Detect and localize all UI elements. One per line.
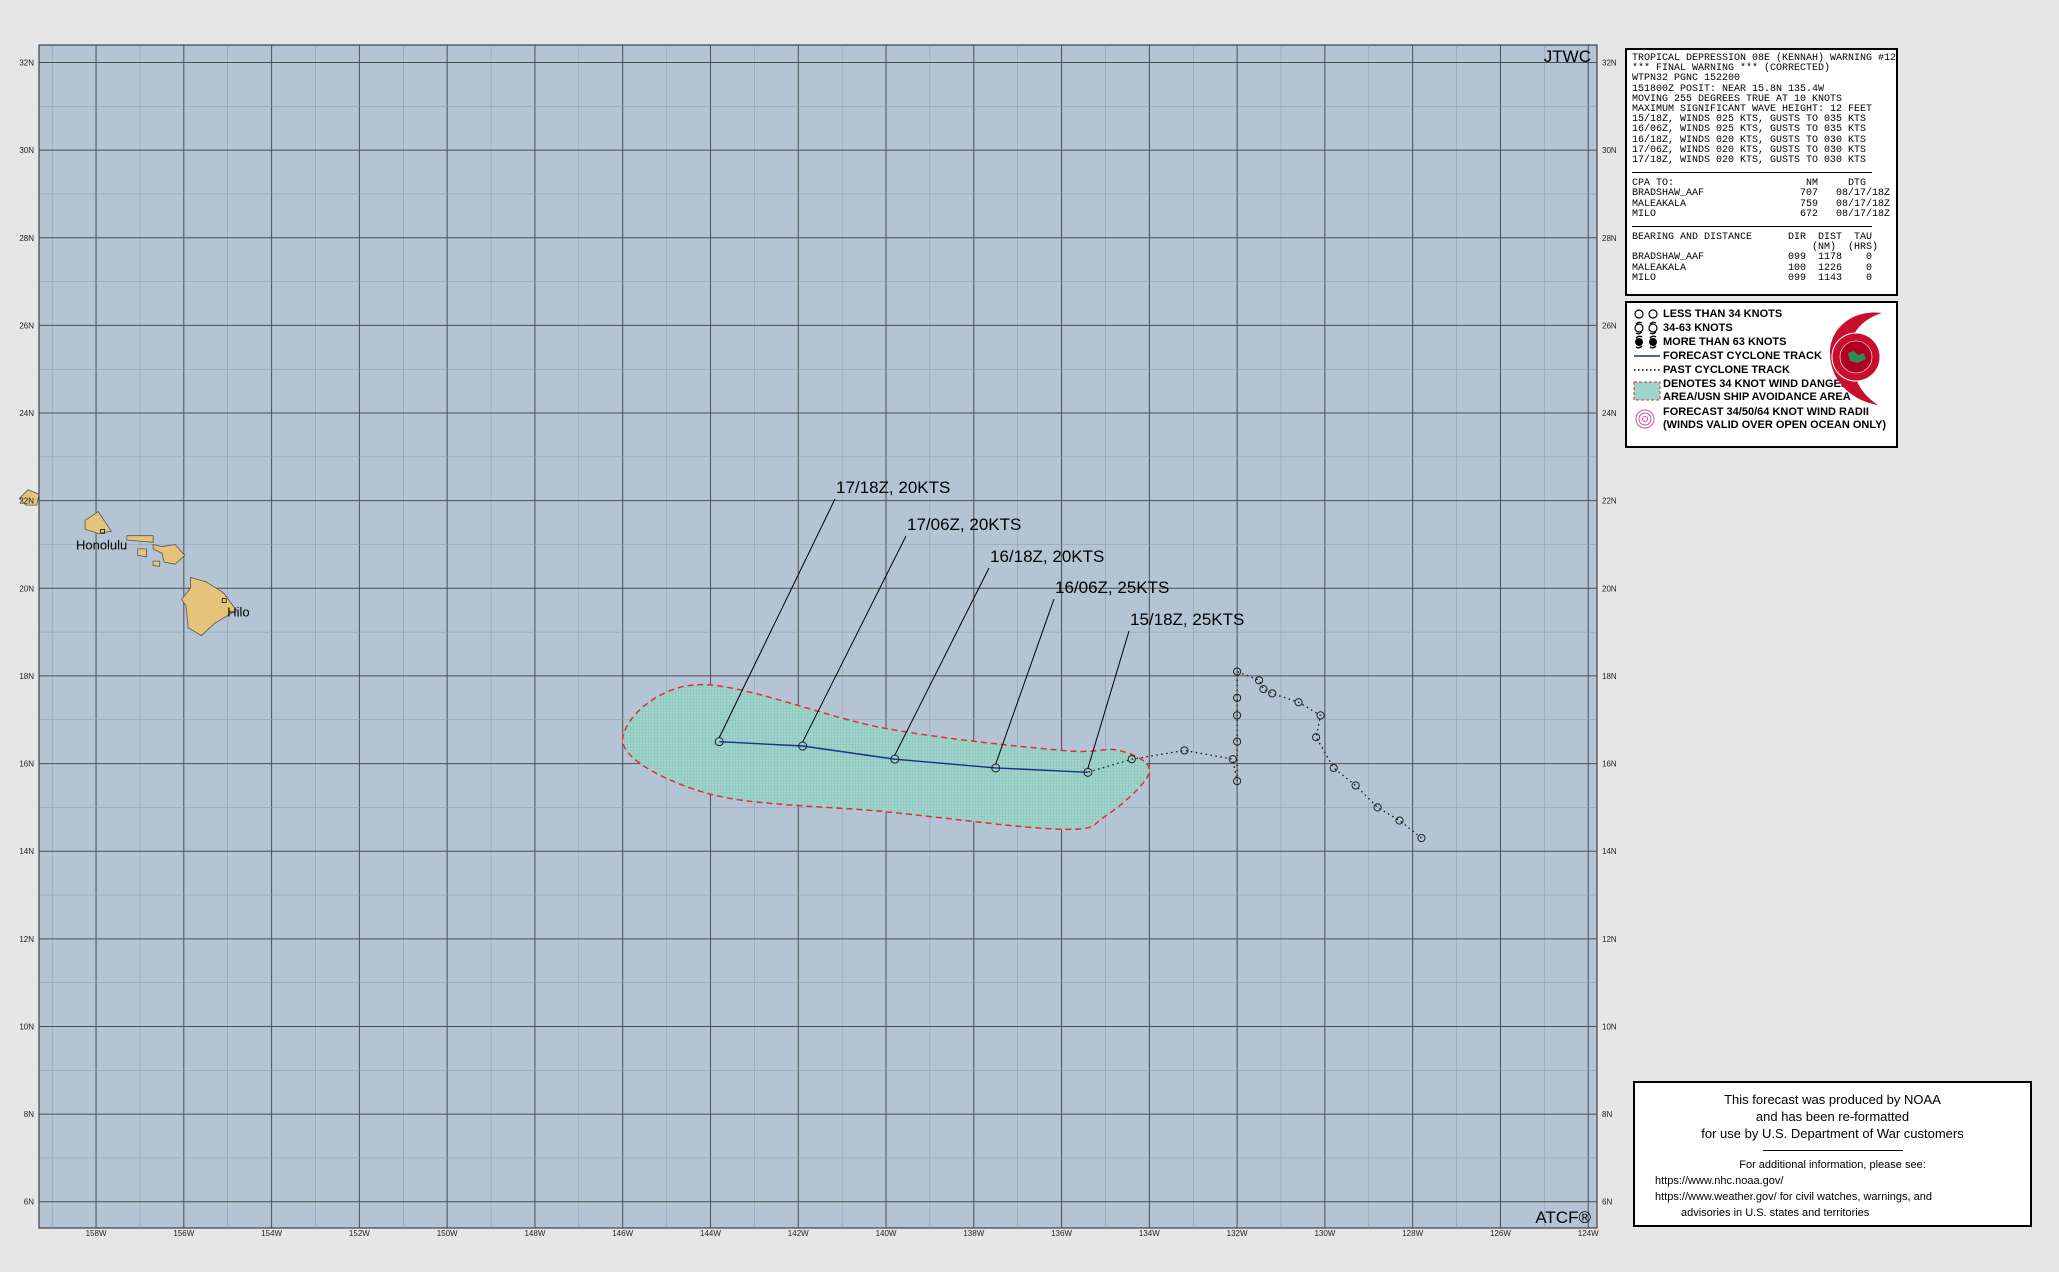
- lat-tick-label-right: 16N: [1602, 760, 1617, 769]
- lat-tick-label: 14N: [19, 847, 34, 856]
- seal-logo-icon: [1824, 309, 1888, 412]
- lon-tick-label: 124W: [1578, 1229, 1599, 1238]
- noaa-line-2: and has been re-formatted: [1755, 1109, 1910, 1124]
- noaa-info-text: For additional information, please see:: [1739, 1159, 1926, 1171]
- lat-tick-label-right: 14N: [1602, 847, 1617, 856]
- noaa-line-1: This forecast was produced by NOAA: [1724, 1092, 1941, 1107]
- lon-tick-label: 130W: [1314, 1229, 1335, 1238]
- lat-tick-label-right: 6N: [1602, 1198, 1612, 1207]
- lon-tick-label: 132W: [1227, 1229, 1248, 1238]
- weather-gov-link[interactable]: https://www.weather.gov/ for civil watch…: [1635, 1189, 2030, 1205]
- bearing-line: MILO 099 1143 0: [1632, 272, 1873, 284]
- warning-line: 17/18Z, WINDS 020 KTS, GUSTS TO 030 KTS: [1632, 155, 1867, 167]
- lon-tick-label: 140W: [876, 1229, 897, 1238]
- lat-tick-label-right: 28N: [1602, 234, 1617, 243]
- legend-item-label: FORECAST CYCLONE TRACK: [1663, 350, 1822, 362]
- lon-tick-label: 154W: [261, 1229, 282, 1238]
- lat-tick-label: 24N: [19, 409, 34, 418]
- lon-tick-label: 150W: [437, 1229, 458, 1238]
- lat-tick-label-right: 24N: [1602, 409, 1617, 418]
- lon-tick-label: 126W: [1490, 1229, 1511, 1238]
- forecast-label: 16/06Z, 25KTS: [1055, 578, 1169, 597]
- lon-tick-label: 142W: [788, 1229, 809, 1238]
- wind-radii-icon: [1633, 405, 1663, 433]
- weather-gov-link-continued: advisories in U.S. states and territorie…: [1681, 1207, 1870, 1219]
- lon-tick-label: 158W: [86, 1229, 107, 1238]
- lat-tick-label-right: 18N: [1602, 672, 1617, 681]
- lanai-island: [137, 548, 147, 558]
- info-divider: [1632, 172, 1872, 174]
- forecast-label: 17/06Z, 20KTS: [907, 515, 1021, 534]
- lon-tick-label: 144W: [700, 1229, 721, 1238]
- city-label: Honolulu: [76, 537, 127, 552]
- nhc-link[interactable]: https://www.nhc.noaa.gov/: [1635, 1173, 2030, 1189]
- noaa-notice-box: This forecast was produced by NOAA and h…: [1633, 1081, 2032, 1227]
- kahoolawe-island: [152, 560, 161, 567]
- legend-item-label: 34-63 KNOTS: [1663, 322, 1733, 334]
- lat-tick-label: 6N: [24, 1198, 34, 1207]
- cpa-line: MILO 672 08/17/18Z: [1632, 208, 1891, 220]
- lat-tick-label-right: 10N: [1602, 1022, 1617, 1031]
- storm-outline-icon: [1633, 321, 1663, 335]
- map-ocean: [38, 44, 1598, 1229]
- lon-tick-label: 146W: [612, 1229, 633, 1238]
- lat-tick-label-right: 12N: [1602, 935, 1617, 944]
- city-label: Hilo: [227, 605, 249, 620]
- lat-tick-label: 10N: [19, 1022, 34, 1031]
- lat-tick-label: 12N: [19, 935, 34, 944]
- noaa-divider: [1762, 1150, 1903, 1151]
- lat-tick-label: 26N: [19, 321, 34, 330]
- lat-tick-label: 16N: [19, 760, 34, 769]
- legend-box: LESS THAN 34 KNOTS 34-63 KNOTS MORE THAN 6…: [1625, 301, 1898, 448]
- lon-tick-label: 156W: [173, 1229, 194, 1238]
- forecast-label: 17/18Z, 20KTS: [836, 478, 950, 497]
- lat-tick-label: 20N: [19, 584, 34, 593]
- lat-tick-label: 30N: [19, 146, 34, 155]
- legend-item-label: LESS THAN 34 KNOTS: [1663, 308, 1783, 320]
- storm-filled-icon: [1633, 335, 1663, 349]
- lat-tick-label: 8N: [24, 1110, 34, 1119]
- lon-tick-label: 134W: [1139, 1229, 1160, 1238]
- legend-item-label-line2: (WINDS VALID OVER OPEN OCEAN ONLY): [1663, 419, 1887, 431]
- warning-info-box: TROPICAL DEPRESSION 08E (KENNAH) WARNING…: [1625, 48, 1898, 296]
- lon-tick-label: 152W: [349, 1229, 370, 1238]
- lat-tick-label: 22N: [19, 497, 34, 506]
- lon-tick-label: 128W: [1402, 1229, 1423, 1238]
- lat-tick-label-right: 22N: [1602, 497, 1617, 506]
- open-circle-icon: [1633, 307, 1663, 321]
- noaa-line-3: for use by U.S. Department of War custom…: [1701, 1126, 1964, 1141]
- lon-tick-label: 136W: [1051, 1229, 1072, 1238]
- lat-tick-label: 28N: [19, 234, 34, 243]
- forecast-label: 15/18Z, 25KTS: [1130, 610, 1244, 629]
- legend-item-label: MORE THAN 63 KNOTS: [1663, 336, 1787, 348]
- bearing-distance-table: BEARING AND DISTANCE DIR DIST TAU (NM) (…: [1632, 232, 1891, 284]
- lat-tick-label: 18N: [19, 672, 34, 681]
- legend-item-label-line2: AREA/USN SHIP AVOIDANCE AREA: [1663, 391, 1851, 403]
- atcf-label: ATCF®: [1535, 1208, 1591, 1227]
- lat-tick-label: 32N: [19, 59, 34, 68]
- lat-tick-label-right: 26N: [1602, 321, 1617, 330]
- forecast-label: 16/18Z, 20KTS: [990, 547, 1104, 566]
- info-divider: [1632, 226, 1872, 228]
- lat-tick-label-right: 20N: [1602, 584, 1617, 593]
- jtwc-label: JTWC: [1544, 47, 1591, 66]
- past-dotted-icon: [1633, 363, 1663, 377]
- legend-item-label: DENOTES 34 KNOT WIND DANGER AREA/USN SHIP…: [1663, 378, 1851, 403]
- legend-item-label: PAST CYCLONE TRACK: [1663, 364, 1790, 376]
- lat-tick-label-right: 32N: [1602, 59, 1617, 68]
- lon-tick-label: 148W: [524, 1229, 545, 1238]
- danger-area-icon: [1633, 377, 1663, 405]
- forecast-line-icon: [1633, 349, 1663, 363]
- warning-text-block: TROPICAL DEPRESSION 08E (KENNAH) WARNING…: [1632, 53, 1896, 167]
- lon-tick-label: 138W: [963, 1229, 984, 1238]
- cpa-table: CPA TO: NM DTG BRADSHAW_AAF 707 08/17/18Z…: [1632, 179, 1891, 220]
- lat-tick-label-right: 8N: [1602, 1110, 1612, 1119]
- lat-tick-label-right: 30N: [1602, 146, 1617, 155]
